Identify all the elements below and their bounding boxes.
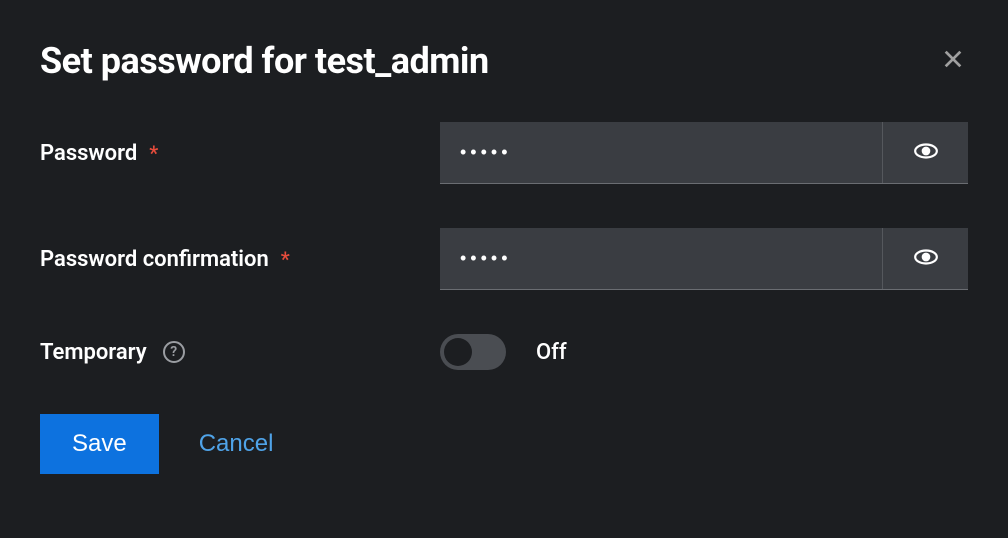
set-password-modal: Set password for test_admin Password * [0,0,1008,514]
modal-footer: Save Cancel [40,414,968,474]
password-input-wrapper [440,122,968,184]
password-confirmation-label: Password confirmation * [40,247,440,272]
password-input[interactable] [440,122,882,183]
modal-header: Set password for test_admin [40,40,968,82]
temporary-label: Temporary ? [40,340,440,365]
close-icon [942,45,964,76]
temporary-row: Temporary ? Off [40,334,968,370]
eye-icon [913,138,939,167]
save-button[interactable]: Save [40,414,159,474]
cancel-button[interactable]: Cancel [199,430,274,458]
temporary-toggle-wrapper: Off [440,334,567,370]
close-button[interactable] [938,43,968,79]
toggle-password-confirmation-visibility-button[interactable] [882,228,968,289]
modal-title: Set password for test_admin [40,40,489,82]
eye-icon [913,244,939,273]
password-label: Password * [40,141,440,166]
password-row: Password * [40,122,968,184]
temporary-toggle[interactable] [440,334,506,370]
required-indicator: * [149,141,158,165]
help-icon[interactable]: ? [163,341,185,363]
temporary-state-label: Off [536,340,567,365]
toggle-knob [444,338,472,366]
password-confirmation-input-wrapper [440,228,968,290]
required-indicator: * [281,247,290,271]
toggle-password-visibility-button[interactable] [882,122,968,183]
password-confirmation-input[interactable] [440,228,882,289]
password-confirmation-row: Password confirmation * [40,228,968,290]
